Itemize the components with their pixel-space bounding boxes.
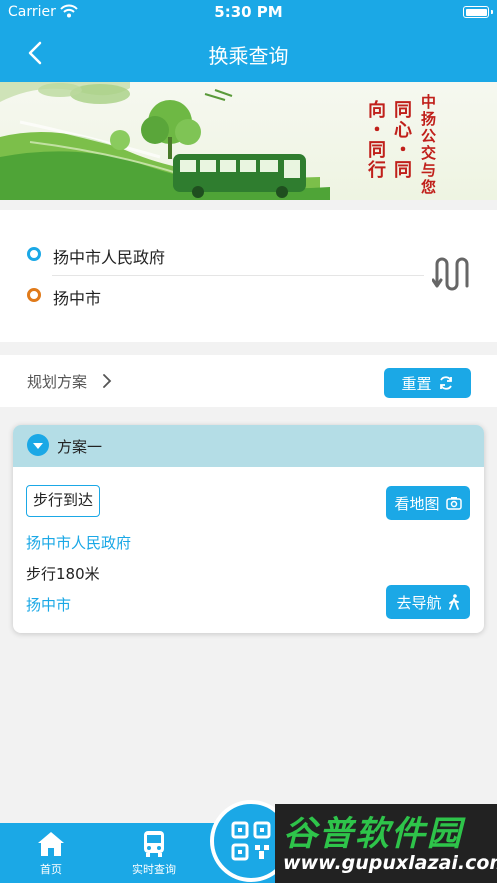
reset-label: 重置 (401, 374, 432, 393)
origin-dot-icon (27, 247, 41, 261)
destination-dot-icon (27, 288, 41, 302)
end-stop[interactable]: 扬中市 (26, 594, 71, 615)
reset-button[interactable]: 重置 (384, 368, 471, 398)
destination-label: 扬中市 (53, 289, 102, 308)
bus-icon (144, 831, 164, 857)
walking-person-icon (448, 594, 459, 610)
view-map-button[interactable]: 看地图 (386, 486, 470, 520)
chevron-right-icon[interactable] (102, 373, 112, 389)
banner-slogan-2: 同心・同向・同行 (365, 100, 412, 180)
tab-home-label: 首页 (40, 863, 62, 876)
swap-route-icon[interactable] (432, 256, 470, 292)
scheme-title: 方案一 (57, 438, 103, 456)
camera-icon (445, 497, 462, 510)
nav-bar: 换乘查询 (0, 24, 497, 82)
route-card: 扬中市人民政府 扬中市 (0, 210, 497, 342)
tab-realtime[interactable]: 实时查询 (119, 827, 189, 877)
watermark-url: www.gupuxlazai.com (283, 852, 497, 874)
battery-tip (491, 10, 493, 14)
destination-row[interactable]: 扬中市 (0, 275, 420, 315)
watermark-title: 谷普软件园 (283, 814, 463, 854)
origin-row[interactable]: 扬中市人民政府 (0, 234, 420, 274)
battery-icon (463, 6, 489, 18)
plan-label[interactable]: 规划方案 (27, 371, 87, 392)
banner-slogan-1: 中扬公交与您 (419, 94, 437, 196)
clock: 5:30 PM (214, 3, 283, 21)
scheme-header[interactable]: 方案一 (13, 425, 484, 467)
plan-bar: 规划方案 重置 (0, 355, 497, 407)
origin-label: 扬中市人民政府 (53, 248, 166, 267)
walk-distance: 步行180米 (26, 565, 100, 583)
qr-code-icon (231, 821, 271, 861)
watermark: 谷普软件园 www.gupuxlazai.com (275, 804, 497, 883)
view-map-label: 看地图 (394, 494, 440, 513)
start-stop[interactable]: 扬中市人民政府 (26, 532, 131, 553)
walk-tag: 步行到达 (26, 485, 101, 517)
status-bar: Carrier 5:30 PM (0, 0, 497, 24)
navigate-label: 去导航 (396, 593, 442, 612)
page-title: 换乘查询 (208, 44, 289, 68)
scheme-card: 方案一 步行到达 看地图 扬中市人民政府 步行180米 扬中市 去导航 (13, 425, 484, 633)
collapse-toggle-icon[interactable] (27, 434, 49, 456)
promo-banner: 中扬公交与您 同心・同向・同行 (0, 82, 497, 200)
navigate-button[interactable]: 去导航 (386, 585, 470, 619)
tab-home[interactable]: 首页 (16, 827, 86, 877)
refresh-icon (439, 376, 452, 390)
home-icon (38, 832, 64, 856)
tab-realtime-label: 实时查询 (132, 863, 176, 876)
